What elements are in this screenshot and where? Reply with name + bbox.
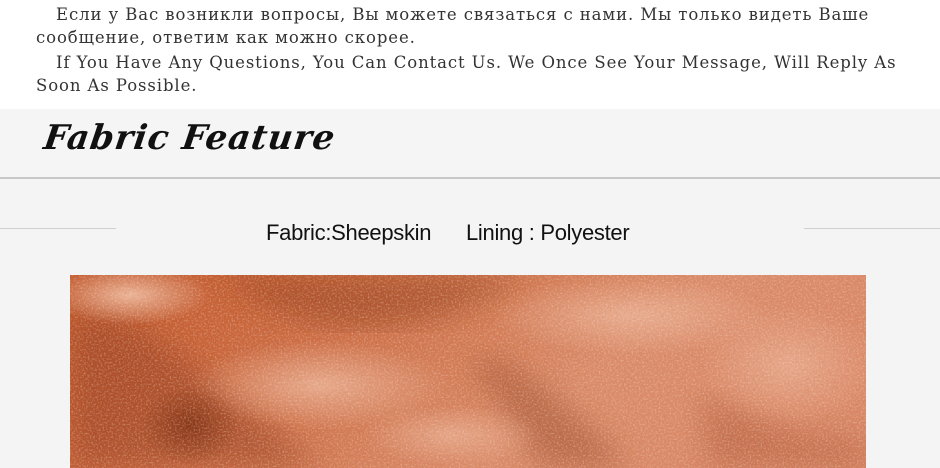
notice-russian: Если у Вас возникли вопросы, Вы можете с… (36, 3, 916, 49)
lining-spec: Lining : Polyester (466, 220, 630, 245)
notice-english-text: If You Have Any Questions, You Can Conta… (36, 53, 897, 95)
spec-divider-right (804, 228, 940, 229)
fabric-feature-title: Fabric Feature (41, 118, 339, 158)
notice-english: If You Have Any Questions, You Can Conta… (36, 51, 916, 97)
fabric-spec: Fabric:Sheepskin (266, 220, 432, 245)
leather-texture-image (70, 275, 866, 468)
product-detail-section: Если у Вас возникли вопросы, Вы можете с… (0, 0, 940, 468)
notice-russian-text: Если у Вас возникли вопросы, Вы можете с… (36, 5, 870, 47)
spec-divider-left (0, 228, 116, 229)
contact-notice: Если у Вас возникли вопросы, Вы можете с… (0, 0, 940, 109)
section-divider (0, 177, 940, 179)
